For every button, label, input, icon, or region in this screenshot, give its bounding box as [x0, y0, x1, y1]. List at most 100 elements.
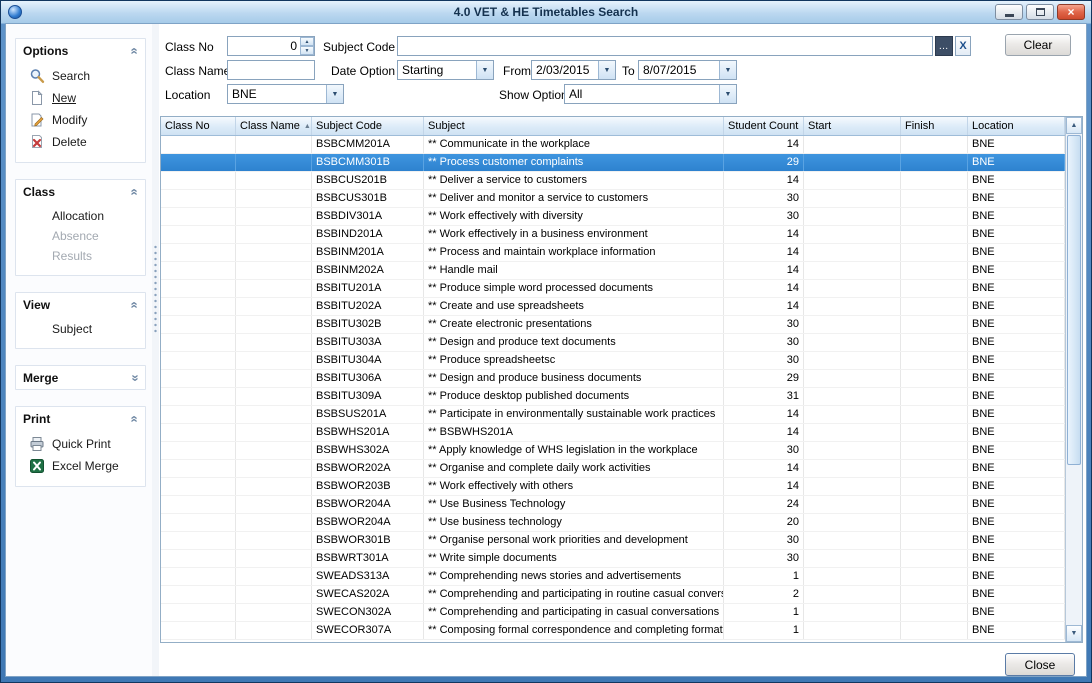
table-row[interactable]: BSBITU302B** Create electronic presentat… — [161, 316, 1065, 334]
scrollbar-thumb[interactable] — [1067, 135, 1081, 465]
sidebar-item-delete[interactable]: Delete — [16, 131, 145, 153]
column-header-subject-code[interactable]: Subject Code — [312, 117, 424, 135]
section-header-print[interactable]: Print« — [16, 407, 145, 430]
class-name-input[interactable] — [227, 60, 315, 80]
column-header-student-count[interactable]: Student Count — [724, 117, 804, 135]
chevron-up-icon[interactable]: « — [129, 415, 139, 422]
cell-start — [804, 154, 901, 171]
column-header-finish[interactable]: Finish — [901, 117, 968, 135]
from-date-picker[interactable]: 2/03/2015 ▼ — [531, 60, 616, 80]
cell-location: BNE — [968, 226, 1065, 243]
excel-icon — [29, 458, 45, 474]
table-row[interactable]: BSBINM202A** Handle mail14BNE — [161, 262, 1065, 280]
table-row[interactable]: BSBITU303A** Design and produce text doc… — [161, 334, 1065, 352]
spin-down-icon[interactable]: ▼ — [300, 46, 314, 55]
column-header-location[interactable]: Location — [968, 117, 1065, 135]
cell-subject-code: SWEADS313A — [312, 568, 424, 585]
clear-button[interactable]: Clear — [1005, 34, 1071, 56]
scroll-down-icon[interactable]: ▼ — [1066, 625, 1082, 642]
chevron-down-icon[interactable]: ▼ — [326, 85, 343, 103]
subject-code-browse-button[interactable]: … — [935, 36, 953, 56]
section-header-merge[interactable]: Merge« — [16, 366, 145, 389]
cell-class-name — [236, 136, 312, 153]
maximize-button[interactable] — [1026, 4, 1054, 20]
cell-subject: ** Design and produce text documents — [424, 334, 724, 351]
table-row[interactable]: BSBCUS201B** Deliver a service to custom… — [161, 172, 1065, 190]
to-date-picker[interactable]: 8/07/2015 ▼ — [638, 60, 737, 80]
subject-code-input[interactable] — [397, 36, 933, 56]
sidebar-item-allocation[interactable]: Allocation — [16, 206, 145, 226]
chevron-down-icon[interactable]: ▼ — [719, 85, 736, 103]
section-header-view[interactable]: View« — [16, 293, 145, 316]
sidebar-item-search[interactable]: Search — [16, 65, 145, 87]
table-row[interactable]: BSBITU304A** Produce spreadsheetsc30BNE — [161, 352, 1065, 370]
table-row[interactable]: SWECOR307A** Composing formal correspond… — [161, 622, 1065, 640]
cell-start — [804, 478, 901, 495]
grid-body: BSBCMM201A** Communicate in the workplac… — [161, 136, 1065, 642]
subject-code-clear-button[interactable]: X — [955, 36, 971, 56]
table-row[interactable]: BSBWOR204A** Use business technology20BN… — [161, 514, 1065, 532]
chevron-down-icon[interactable]: ▼ — [598, 61, 615, 79]
cell-location: BNE — [968, 154, 1065, 171]
table-row[interactable]: BSBWHS302A** Apply knowledge of WHS legi… — [161, 442, 1065, 460]
chevron-down-icon[interactable]: ▼ — [719, 61, 736, 79]
cell-class-no — [161, 622, 236, 639]
table-row[interactable]: BSBWOR301B** Organise personal work prio… — [161, 532, 1065, 550]
table-row[interactable]: BSBWHS201A** BSBWHS201A14BNE — [161, 424, 1065, 442]
table-row[interactable]: BSBWOR202A** Organise and complete daily… — [161, 460, 1065, 478]
table-row[interactable]: BSBITU309A** Produce desktop published d… — [161, 388, 1065, 406]
minimize-button[interactable] — [995, 4, 1023, 20]
class-no-spinner[interactable]: 0 ▲ ▼ — [227, 36, 315, 56]
chevron-up-icon[interactable]: « — [129, 301, 139, 308]
table-row[interactable]: SWECAS202A** Comprehending and participa… — [161, 586, 1065, 604]
sidebar-item-absence[interactable]: Absence — [16, 226, 145, 246]
sidebar-splitter[interactable] — [152, 24, 159, 676]
table-row[interactable]: BSBCMM201A** Communicate in the workplac… — [161, 136, 1065, 154]
titlebar[interactable]: 4.0 VET & HE Timetables Search × — [1, 1, 1091, 23]
table-row-selected[interactable]: BSBCMM301B** Process customer complaints… — [161, 154, 1065, 172]
cell-student-count: 24 — [724, 496, 804, 513]
table-row[interactable]: BSBWRT301A** Write simple documents30BNE — [161, 550, 1065, 568]
table-row[interactable]: BSBWOR204A** Use Business Technology24BN… — [161, 496, 1065, 514]
close-window-button[interactable]: × — [1057, 4, 1085, 20]
table-row[interactable]: SWECON302A** Comprehending and participa… — [161, 604, 1065, 622]
table-row[interactable]: BSBDIV301A** Work effectively with diver… — [161, 208, 1065, 226]
section-header-options[interactable]: Options« — [16, 39, 145, 62]
sidebar-item-quick-print[interactable]: Quick Print — [16, 433, 145, 455]
spin-up-icon[interactable]: ▲ — [300, 37, 314, 46]
table-row[interactable]: BSBWOR203B** Work effectively with other… — [161, 478, 1065, 496]
table-row[interactable]: BSBINM201A** Process and maintain workpl… — [161, 244, 1065, 262]
cell-location: BNE — [968, 406, 1065, 423]
table-row[interactable]: BSBCUS301B** Deliver and monitor a servi… — [161, 190, 1065, 208]
sidebar-item-modify[interactable]: Modify — [16, 109, 145, 131]
cell-subject-code: SWECOR307A — [312, 622, 424, 639]
location-select[interactable]: BNE ▼ — [227, 84, 344, 104]
table-row[interactable]: BSBSUS201A** Participate in environmenta… — [161, 406, 1065, 424]
vertical-scrollbar[interactable]: ▲ ▼ — [1065, 117, 1082, 642]
section-header-class[interactable]: Class« — [16, 180, 145, 203]
column-header-class-name[interactable]: Class Name▲ — [236, 117, 312, 135]
column-header-subject[interactable]: Subject — [424, 117, 724, 135]
sidebar-item-subject[interactable]: Subject — [16, 319, 145, 339]
cell-subject: ** Comprehending and participating in ro… — [424, 586, 724, 603]
chevron-up-icon[interactable]: « — [129, 188, 139, 195]
table-row[interactable]: BSBITU306A** Design and produce business… — [161, 370, 1065, 388]
table-row[interactable]: SWEADS313A** Comprehending news stories … — [161, 568, 1065, 586]
sidebar-item-excel-merge[interactable]: Excel Merge — [16, 455, 145, 477]
chevron-down-icon[interactable]: « — [129, 374, 139, 381]
chevron-down-icon[interactable]: ▼ — [476, 61, 493, 79]
scroll-up-icon[interactable]: ▲ — [1066, 117, 1082, 134]
sidebar-item-new[interactable]: New — [16, 87, 145, 109]
table-row[interactable]: BSBITU202A** Create and use spreadsheets… — [161, 298, 1065, 316]
date-option-select[interactable]: Starting ▼ — [397, 60, 494, 80]
chevron-up-icon[interactable]: « — [129, 47, 139, 54]
table-row[interactable]: BSBITU201A** Produce simple word process… — [161, 280, 1065, 298]
table-row[interactable]: BSBIND201A** Work effectively in a busin… — [161, 226, 1065, 244]
show-option-select[interactable]: All ▼ — [564, 84, 737, 104]
window-title: 4.0 VET & HE Timetables Search — [1, 5, 1091, 19]
close-button[interactable]: Close — [1005, 653, 1075, 676]
column-header-start[interactable]: Start — [804, 117, 901, 135]
cell-location: BNE — [968, 478, 1065, 495]
column-header-class-no[interactable]: Class No — [161, 117, 236, 135]
sidebar-item-results[interactable]: Results — [16, 246, 145, 266]
